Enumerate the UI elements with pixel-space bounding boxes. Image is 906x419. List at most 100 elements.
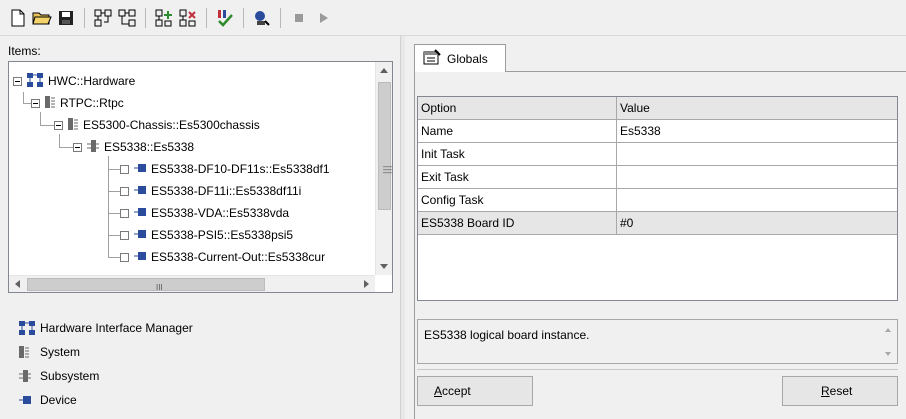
add-child-icon[interactable]	[154, 8, 174, 28]
reset-button[interactable]: Reset	[782, 376, 898, 406]
scroll-up-icon[interactable]	[380, 68, 388, 73]
tree-item-chassis[interactable]: ES5300-Chassis::Es5300chassis	[54, 114, 260, 136]
remove-item-icon[interactable]	[117, 8, 137, 28]
system-icon	[18, 345, 40, 359]
device-icon	[18, 395, 40, 405]
device-checkbox[interactable]	[120, 164, 129, 174]
tree-item-device[interactable]: ES5338-VDA::Es5338vda	[120, 202, 289, 224]
subsystem-icon	[18, 369, 40, 383]
scroll-down-icon[interactable]	[380, 264, 388, 269]
tree-horizontal-scrollbar[interactable]: III	[9, 275, 375, 292]
column-header-option: Option	[418, 97, 617, 119]
tab-globals[interactable]: Globals	[414, 44, 506, 72]
collapse-toggle[interactable]	[13, 76, 22, 86]
table-row[interactable]: ES5338 Board ID #0	[418, 212, 897, 235]
value-cell: #0	[620, 216, 634, 230]
options-grid[interactable]: Option Value Name Es5338 Init Task Exit …	[417, 96, 898, 301]
hardware-icon	[26, 72, 44, 91]
device-checkbox[interactable]	[120, 252, 129, 262]
properties-icon	[423, 49, 441, 68]
items-label: Items:	[8, 44, 41, 58]
value-cell[interactable]	[617, 166, 897, 188]
option-cell: ES5338 Board ID	[418, 212, 617, 234]
toolbar-separator	[243, 7, 244, 28]
toolbar-separator	[84, 7, 85, 28]
hardware-icon	[18, 320, 40, 336]
accept-button[interactable]: Accept	[417, 376, 533, 406]
device-checkbox[interactable]	[120, 230, 129, 240]
scroll-grip-icon: III	[156, 283, 163, 292]
reset-mnemonic: R	[821, 384, 830, 398]
description-scrollbar[interactable]	[883, 324, 895, 360]
tree-item-rtpc[interactable]: RTPC::Rtpc	[31, 92, 124, 114]
table-row[interactable]: Exit Task	[418, 166, 897, 189]
device-icon	[133, 162, 147, 176]
pane-splitter[interactable]	[400, 36, 405, 419]
play-icon[interactable]	[313, 8, 333, 28]
legend-item: Device	[18, 388, 193, 412]
table-row[interactable]: Name Es5338	[418, 120, 897, 143]
legend-label: Hardware Interface Manager	[40, 321, 193, 335]
tree-item-label: ES5300-Chassis::Es5300chassis	[83, 118, 260, 132]
value-cell[interactable]: Es5338	[617, 120, 897, 142]
description-text: ES5338 logical board instance.	[424, 328, 590, 342]
open-folder-icon[interactable]	[32, 8, 52, 28]
properties-pane: Globals Option Value Name Es5338 Init Ta…	[406, 36, 906, 419]
tree-item-label: ES5338-VDA::Es5338vda	[151, 206, 290, 220]
new-file-icon[interactable]	[8, 8, 28, 28]
column-header-value: Value	[620, 101, 650, 115]
scroll-up-icon[interactable]	[885, 328, 891, 332]
scroll-left-icon[interactable]	[15, 280, 20, 288]
table-row[interactable]: Init Task	[418, 143, 897, 166]
toolbar-separator	[206, 7, 207, 28]
description-box[interactable]: ES5338 logical board instance.	[417, 319, 898, 364]
scroll-right-icon[interactable]	[364, 280, 369, 288]
tab-label: Globals	[447, 51, 488, 66]
tree-item-es5338[interactable]: ES5338::Es5338	[73, 136, 195, 158]
tree-item-hardware[interactable]: HWC::Hardware	[13, 70, 135, 92]
remove-child-icon[interactable]	[178, 8, 198, 28]
option-cell: Name	[418, 120, 617, 142]
toolbar-separator	[145, 7, 146, 28]
check-icon[interactable]	[215, 8, 235, 28]
stop-icon[interactable]	[289, 8, 309, 28]
device-checkbox[interactable]	[120, 208, 129, 218]
value-cell[interactable]	[617, 143, 897, 165]
items-tree[interactable]: HWC::Hardware RTPC::Rtpc ES5300-Chassis:…	[8, 61, 393, 293]
save-icon[interactable]	[56, 8, 76, 28]
option-cell: Init Task	[418, 143, 617, 165]
tree-item-device[interactable]: ES5338-DF11i::Es5338df11i	[120, 180, 301, 202]
scroll-down-icon[interactable]	[885, 352, 891, 356]
tree-item-label: ES5338-PSI5::Es5338psi5	[151, 228, 294, 242]
collapse-toggle[interactable]	[54, 120, 63, 130]
tree-item-label: ES5338::Es5338	[104, 140, 195, 154]
add-item-icon[interactable]	[93, 8, 113, 28]
device-checkbox[interactable]	[120, 186, 129, 196]
tree-item-label: ES5338-DF11i::Es5338df11i	[151, 184, 302, 198]
scroll-thumb[interactable]: III	[27, 278, 265, 292]
items-pane: Items: HWC::Hardware RTPC::Rtpc ES5300-C…	[0, 36, 400, 419]
tree-item-device[interactable]: ES5338-DF10-DF11s::Es5338df1	[120, 158, 330, 180]
value-cell[interactable]	[617, 189, 897, 211]
scroll-thumb[interactable]: — — —	[378, 82, 392, 210]
option-cell: Config Task	[418, 189, 617, 211]
legend-label: Device	[40, 393, 77, 407]
collapse-toggle[interactable]	[73, 142, 82, 152]
tree-item-label: ES5338-DF10-DF11s::Es5338df1	[151, 162, 330, 176]
legend-label: System	[40, 345, 81, 359]
reset-label: eset	[829, 384, 853, 398]
system-icon	[44, 95, 56, 112]
tree-item-device[interactable]: ES5338-Current-Out::Es5338cur	[120, 246, 325, 268]
tree-item-device[interactable]: ES5338-PSI5::Es5338psi5	[120, 224, 293, 246]
tree-vertical-scrollbar[interactable]: — — —	[375, 62, 392, 275]
legend-item: System	[18, 340, 193, 364]
run-icon[interactable]	[252, 8, 272, 28]
accept-label: ccept	[442, 384, 471, 398]
option-cell: Exit Task	[418, 166, 617, 188]
system-icon	[67, 117, 79, 134]
collapse-toggle[interactable]	[31, 98, 40, 108]
device-icon	[133, 250, 147, 264]
toolbar-separator	[280, 7, 281, 28]
toolbar	[0, 0, 906, 36]
table-row[interactable]: Config Task	[418, 189, 897, 212]
